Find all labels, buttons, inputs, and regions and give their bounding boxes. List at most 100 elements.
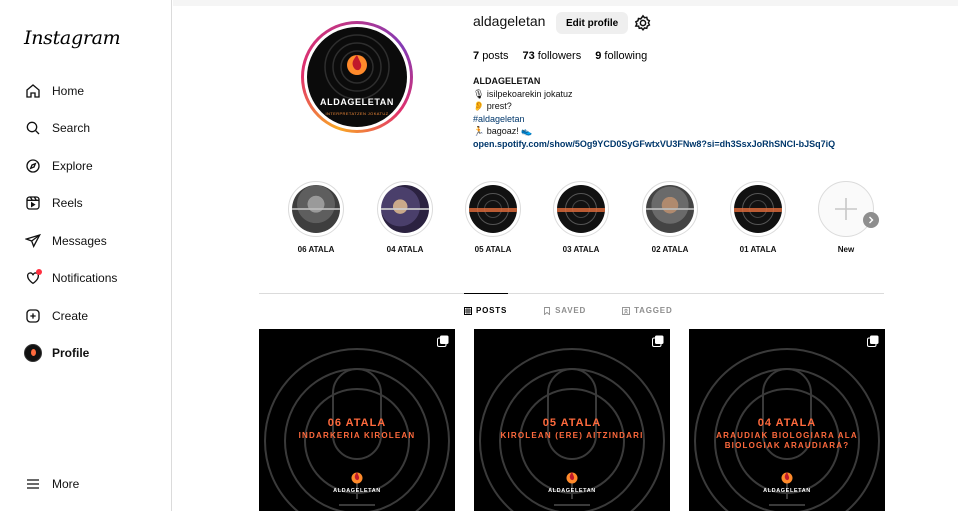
sidebar-item-reels[interactable]: Reels — [0, 185, 172, 223]
profile-avatar: ALDAGELETAN INTERPRETATZEN JOKATUZ — [307, 27, 407, 127]
highlight-circle — [465, 181, 521, 237]
post-episode-title: 06 ATALA — [327, 417, 387, 429]
profile-avatar-ring[interactable]: ALDAGELETAN INTERPRETATZEN JOKATUZ — [301, 21, 413, 133]
tab-posts[interactable]: POSTS — [464, 306, 507, 315]
menu-icon — [24, 475, 42, 493]
tab-label: SAVED — [555, 306, 587, 315]
tab-saved[interactable]: SAVED — [543, 306, 586, 315]
post-episode-subtitle-2: BIOLOGIAK ARAUDIARA? — [724, 441, 850, 450]
post-episode-title: 05 ATALA — [542, 417, 602, 429]
post-brand: ALDAGELETAN — [548, 488, 596, 494]
sidebar-item-label: Reels — [52, 196, 83, 211]
tab-tagged[interactable]: TAGGED — [622, 306, 672, 315]
highlight-cover — [734, 185, 782, 233]
highlight-label: 04 ATALA — [386, 245, 424, 254]
chevron-right-icon — [869, 216, 874, 224]
following-stat[interactable]: 9 following — [595, 50, 647, 62]
avatar-brand-text: ALDAGELETAN — [320, 97, 394, 107]
highlight-05-atala[interactable]: 05 ATALA — [459, 181, 527, 254]
highlight-cover — [381, 185, 429, 233]
highlight-06-atala[interactable]: 06 ATALA — [282, 181, 350, 254]
bio-line: 🏃 bagoaz! 👟 — [473, 126, 533, 137]
carousel-icon — [437, 335, 449, 347]
search-icon — [24, 119, 42, 137]
reels-icon — [24, 194, 42, 212]
followers-stat[interactable]: 73 followers — [522, 50, 581, 62]
profile-avatar-frame: ALDAGELETAN INTERPRETATZEN JOKATUZ — [304, 24, 410, 130]
post-episode-subtitle: ARAUDIAK BIOLOGIARA ALA — [716, 431, 858, 440]
sidebar-item-create[interactable]: Create — [0, 297, 172, 335]
sidebar-more: More — [0, 465, 172, 503]
sidebar-nav: Home Search Explore Reels Messages Notif… — [0, 72, 172, 372]
sidebar-item-search[interactable]: Search — [0, 110, 172, 148]
instagram-logo[interactable]: Instagram — [24, 27, 121, 49]
sidebar-item-more[interactable]: More — [0, 465, 172, 503]
sidebar-item-notifications[interactable]: Notifications — [0, 260, 172, 298]
sidebar: Instagram Home Search Explore Reels Mess… — [0, 0, 172, 511]
plus-icon — [835, 198, 857, 220]
highlight-cover — [292, 185, 340, 233]
sidebar-item-label: Explore — [52, 158, 93, 173]
active-tab-indicator — [464, 293, 508, 294]
following-label: following — [604, 50, 648, 62]
sidebar-item-messages[interactable]: Messages — [0, 222, 172, 260]
highlight-label: 01 ATALA — [739, 245, 777, 254]
sidebar-item-home[interactable]: Home — [0, 72, 172, 110]
tab-label: TAGGED — [634, 306, 673, 315]
settings-icon[interactable] — [634, 14, 652, 32]
post-tile[interactable]: 05 ATALA KIROLEAN (ERE) AITZINDARI ALDAG… — [474, 329, 670, 511]
home-icon — [24, 82, 42, 100]
profile-bio: ALDAGELETAN 🎙 isilpekoarekin jokatuz 👂 p… — [473, 75, 835, 151]
sidebar-item-label: Create — [52, 308, 89, 323]
sidebar-item-profile[interactable]: Profile — [0, 335, 172, 373]
top-strip — [173, 0, 958, 6]
highlight-01-atala[interactable]: 01 ATALA — [724, 181, 792, 254]
highlight-label: 03 ATALA — [562, 245, 600, 254]
edit-profile-button[interactable]: Edit profile — [556, 12, 629, 34]
bookmark-icon — [544, 306, 551, 315]
highlight-04-atala[interactable]: 04 ATALA — [371, 181, 439, 254]
highlight-cover — [646, 185, 694, 233]
bio-name: ALDAGELETAN — [473, 76, 541, 86]
highlight-circle — [553, 181, 609, 237]
notification-dot — [36, 269, 42, 276]
sidebar-item-label: Home — [52, 83, 85, 98]
bio-link[interactable]: open.spotify.com/show/5Og9YCD0SyGFwtxVU3… — [473, 138, 835, 151]
send-icon — [24, 232, 42, 250]
following-count: 9 — [595, 50, 602, 62]
highlight-stripe — [646, 207, 694, 210]
carousel-icon — [652, 335, 664, 347]
posts-label: posts — [482, 50, 509, 62]
bio-line: 👂 prest? — [473, 101, 512, 112]
sidebar-item-label: More — [52, 476, 80, 491]
flame-logo-icon — [351, 472, 363, 484]
compass-icon — [24, 157, 42, 175]
highlight-03-atala[interactable]: 03 ATALA — [547, 181, 615, 254]
profile-stats: 7 posts 73 followers 9 following — [473, 50, 661, 62]
highlight-circle — [377, 181, 433, 237]
profile-tabs: POSTS SAVED TAGGED — [464, 306, 709, 315]
followers-count: 73 — [522, 50, 535, 62]
sidebar-item-explore[interactable]: Explore — [0, 147, 172, 185]
highlight-circle — [288, 181, 344, 237]
sidebar-item-label: Profile — [52, 346, 90, 361]
highlight-stripe — [469, 207, 517, 212]
sidebar-item-label: Search — [52, 121, 91, 136]
highlight-02-atala[interactable]: 02 ATALA — [636, 181, 704, 254]
highlight-cover — [557, 185, 605, 233]
tabs-divider — [259, 293, 884, 294]
avatar-sub-text: INTERPRETATZEN JOKATUZ — [325, 111, 389, 116]
highlight-label: 05 ATALA — [474, 245, 512, 254]
highlight-stripe — [557, 207, 605, 212]
heart-icon — [24, 269, 42, 287]
highlight-cover — [469, 185, 517, 233]
highlights-next-button[interactable] — [863, 212, 879, 228]
highlight-stripe — [292, 207, 340, 210]
post-brand: ALDAGELETAN — [333, 488, 381, 494]
bio-hashtag[interactable]: #aldageletan — [473, 113, 835, 126]
post-tile[interactable]: 04 ATALA ARAUDIAK BIOLOGIARA ALA BIOLOGI… — [689, 329, 885, 511]
profile-username: aldageletan — [473, 13, 546, 29]
post-tile[interactable]: 06 ATALA INDARKERIA KIROLEAN ALDAGELETAN — [259, 329, 455, 511]
new-highlight-circle — [818, 181, 874, 237]
followers-label: followers — [537, 50, 582, 62]
